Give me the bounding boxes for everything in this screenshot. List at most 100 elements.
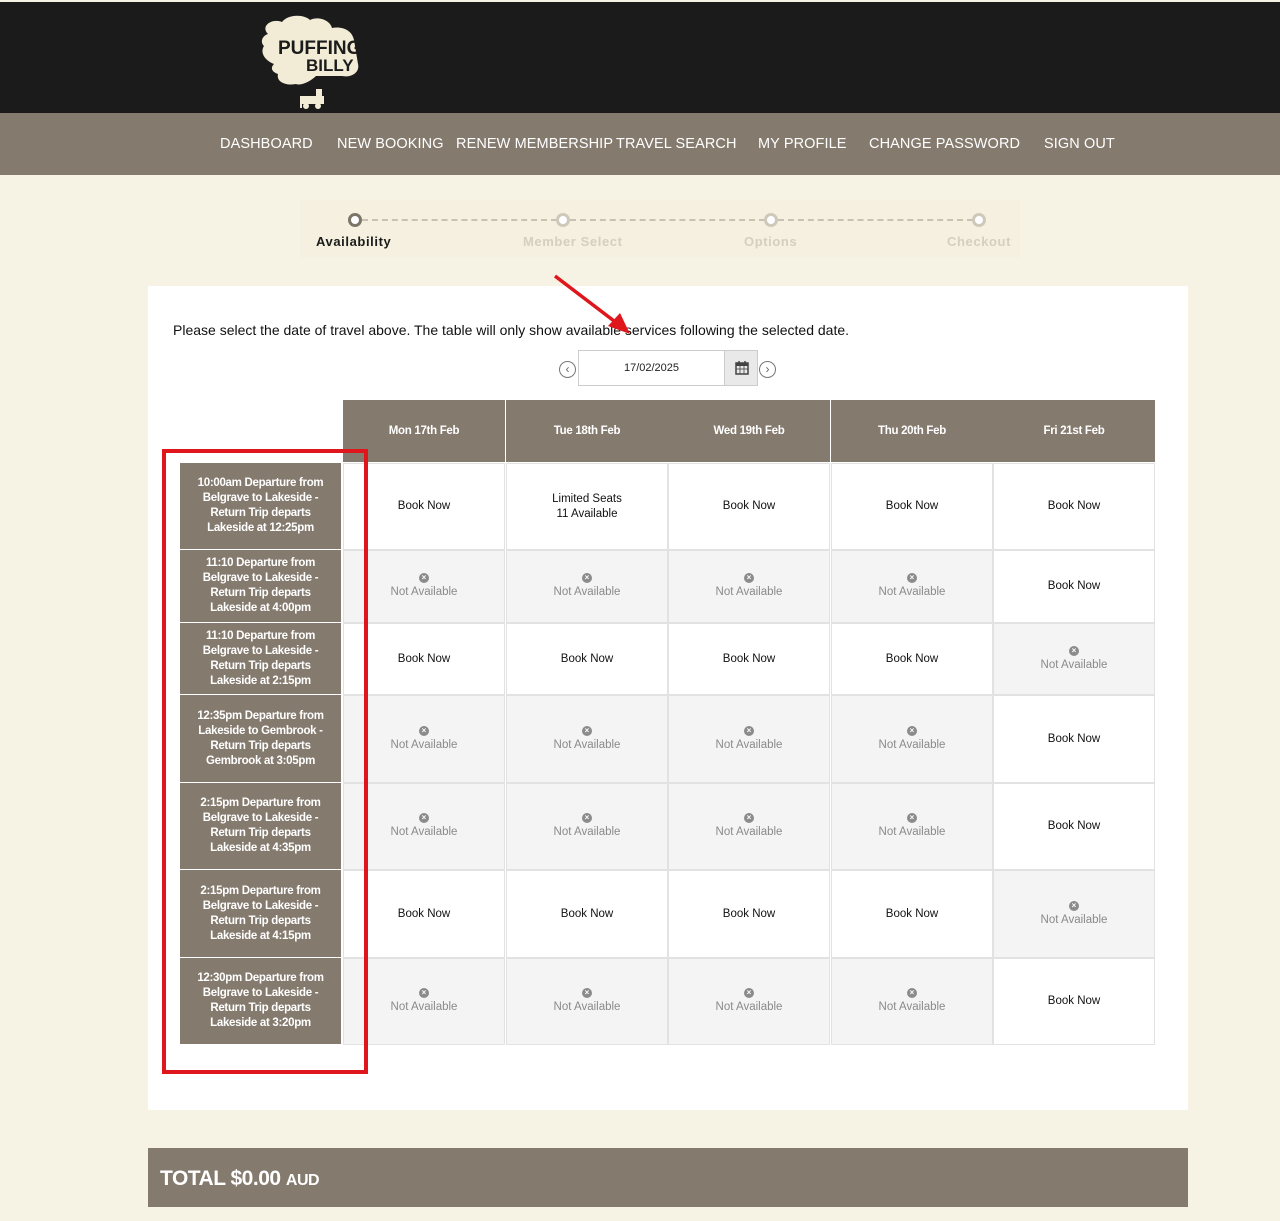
book-now-button[interactable]: Book Now [831, 463, 993, 550]
not-available-cell: × Not Available [668, 783, 830, 870]
book-now-button[interactable]: Book Now [506, 870, 668, 958]
travel-date-input[interactable]: 17/02/2025 [578, 350, 725, 386]
logo-text-railway: RAILWAY [336, 77, 363, 83]
book-now-label: Book Now [1047, 732, 1101, 745]
book-now-label: Book Now [397, 500, 451, 512]
close-circle-icon: × [582, 988, 592, 998]
booking-stepper [300, 200, 1020, 258]
book-now-button[interactable]: Book Now [831, 870, 993, 958]
step-dot-member-select [556, 213, 570, 227]
not-available-label: Not Available [715, 738, 783, 751]
close-circle-icon: × [582, 725, 592, 736]
step-dot-checkout [972, 213, 986, 227]
step-dot-options [764, 213, 778, 227]
limited-seats-label: Limited Seats [552, 492, 622, 505]
close-circle-icon: × [907, 725, 917, 736]
close-circle-icon: × [907, 813, 917, 823]
column-header-day: Thu 20th Feb [831, 400, 993, 462]
book-now-label: Book Now [722, 652, 776, 665]
book-now-label: Book Now [722, 500, 776, 512]
column-header-day: Wed 19th Feb [668, 400, 830, 462]
puffing-billy-logo[interactable]: PUFFING BILLY RAILWAY [256, 12, 371, 110]
close-circle-icon: × [419, 725, 429, 736]
book-now-label: Book Now [885, 500, 939, 512]
book-now-label: Book Now [885, 907, 939, 920]
calendar-icon [735, 361, 749, 375]
book-now-label: Book Now [397, 907, 451, 920]
total-amount: TOTAL $0.00 AUD [160, 1148, 320, 1211]
close-circle-icon: × [744, 573, 754, 583]
seats-available-count: 11 Available [556, 507, 618, 520]
close-circle-icon: × [419, 988, 429, 998]
book-now-label: Book Now [1047, 820, 1101, 832]
not-available-label: Not Available [715, 1001, 783, 1013]
annotation-highlight-box [162, 449, 368, 1074]
book-now-label: Book Now [397, 652, 451, 665]
close-circle-icon: × [1069, 900, 1079, 911]
book-now-button[interactable]: Book Now [993, 695, 1155, 783]
nav-dashboard[interactable]: DASHBOARD [220, 113, 313, 175]
close-circle-icon: × [907, 988, 917, 998]
total-label: TOTAL $0.00 [160, 1167, 281, 1190]
not-available-cell: × Not Available [506, 958, 668, 1045]
book-now-button[interactable]: Book Now [668, 463, 830, 550]
not-available-cell: × Not Available [831, 958, 993, 1045]
annotation-arrow-icon [553, 274, 630, 334]
not-available-cell: × Not Available [668, 695, 830, 783]
book-now-button[interactable]: Book Now [993, 463, 1155, 550]
book-now-button[interactable]: Book Now [668, 623, 830, 695]
site-header: PUFFING BILLY RAILWAY [0, 0, 1280, 113]
nav-renew-membership[interactable]: RENEW MEMBERSHIP [456, 113, 613, 175]
not-available-cell: × Not Available [668, 958, 830, 1045]
step-connector [362, 219, 557, 221]
chevron-right-icon[interactable]: › [759, 361, 776, 378]
not-available-label: Not Available [878, 826, 946, 838]
book-now-button[interactable]: Book Now [993, 550, 1155, 623]
book-now-button[interactable]: Book Now [993, 783, 1155, 870]
not-available-cell: × Not Available [831, 550, 993, 623]
not-available-label: Not Available [878, 738, 946, 751]
instructions-text: Please select the date of travel above. … [173, 322, 850, 338]
train-icon [300, 89, 324, 109]
step-connector [570, 219, 765, 221]
not-available-cell: × Not Available [993, 870, 1155, 958]
step-dot-availability [348, 213, 362, 227]
book-now-label: Book Now [1047, 500, 1101, 512]
close-circle-icon: × [907, 573, 917, 583]
not-available-label: Not Available [553, 826, 621, 838]
close-circle-icon: × [582, 573, 592, 583]
nav-sign-out[interactable]: SIGN OUT [1044, 113, 1115, 175]
nav-my-profile[interactable]: MY PROFILE [758, 113, 847, 175]
not-available-cell: × Not Available [506, 550, 668, 623]
close-circle-icon: × [744, 988, 754, 998]
not-available-label: Not Available [553, 1001, 621, 1013]
close-circle-icon: × [582, 813, 592, 823]
not-available-label: Not Available [878, 1001, 946, 1013]
not-available-cell: × Not Available [831, 783, 993, 870]
close-circle-icon: × [744, 813, 754, 823]
book-now-button[interactable]: Book Now [831, 623, 993, 695]
calendar-button[interactable] [724, 350, 758, 386]
book-now-button[interactable]: Book Now [506, 623, 668, 695]
book-now-button[interactable]: Book Now [668, 870, 830, 958]
column-header-day: Fri 21st Feb [993, 400, 1155, 462]
book-now-label: Book Now [885, 652, 939, 665]
not-available-cell: × Not Available [668, 550, 830, 623]
step-label-checkout: Checkout [947, 234, 1012, 249]
column-header-day: Tue 18th Feb [506, 400, 668, 462]
nav-change-password[interactable]: CHANGE PASSWORD [869, 113, 1020, 175]
not-available-label: Not Available [390, 826, 458, 838]
not-available-label: Not Available [1040, 658, 1108, 671]
nav-new-booking[interactable]: NEW BOOKING [337, 113, 444, 175]
not-available-cell: × Not Available [506, 695, 668, 783]
book-now-label: Book Now [560, 907, 614, 920]
nav-travel-search[interactable]: TRAVEL SEARCH [616, 113, 737, 175]
book-now-button[interactable]: Book Now [993, 958, 1155, 1045]
not-available-label: Not Available [1040, 913, 1108, 926]
step-label-options: Options [744, 234, 798, 249]
total-currency: AUD [285, 1172, 320, 1189]
not-available-label: Not Available [715, 586, 783, 598]
chevron-left-icon[interactable]: ‹ [559, 361, 576, 378]
limited-seats-cell[interactable]: Limited Seats 11 Available [506, 463, 668, 550]
close-circle-icon: × [744, 725, 754, 736]
